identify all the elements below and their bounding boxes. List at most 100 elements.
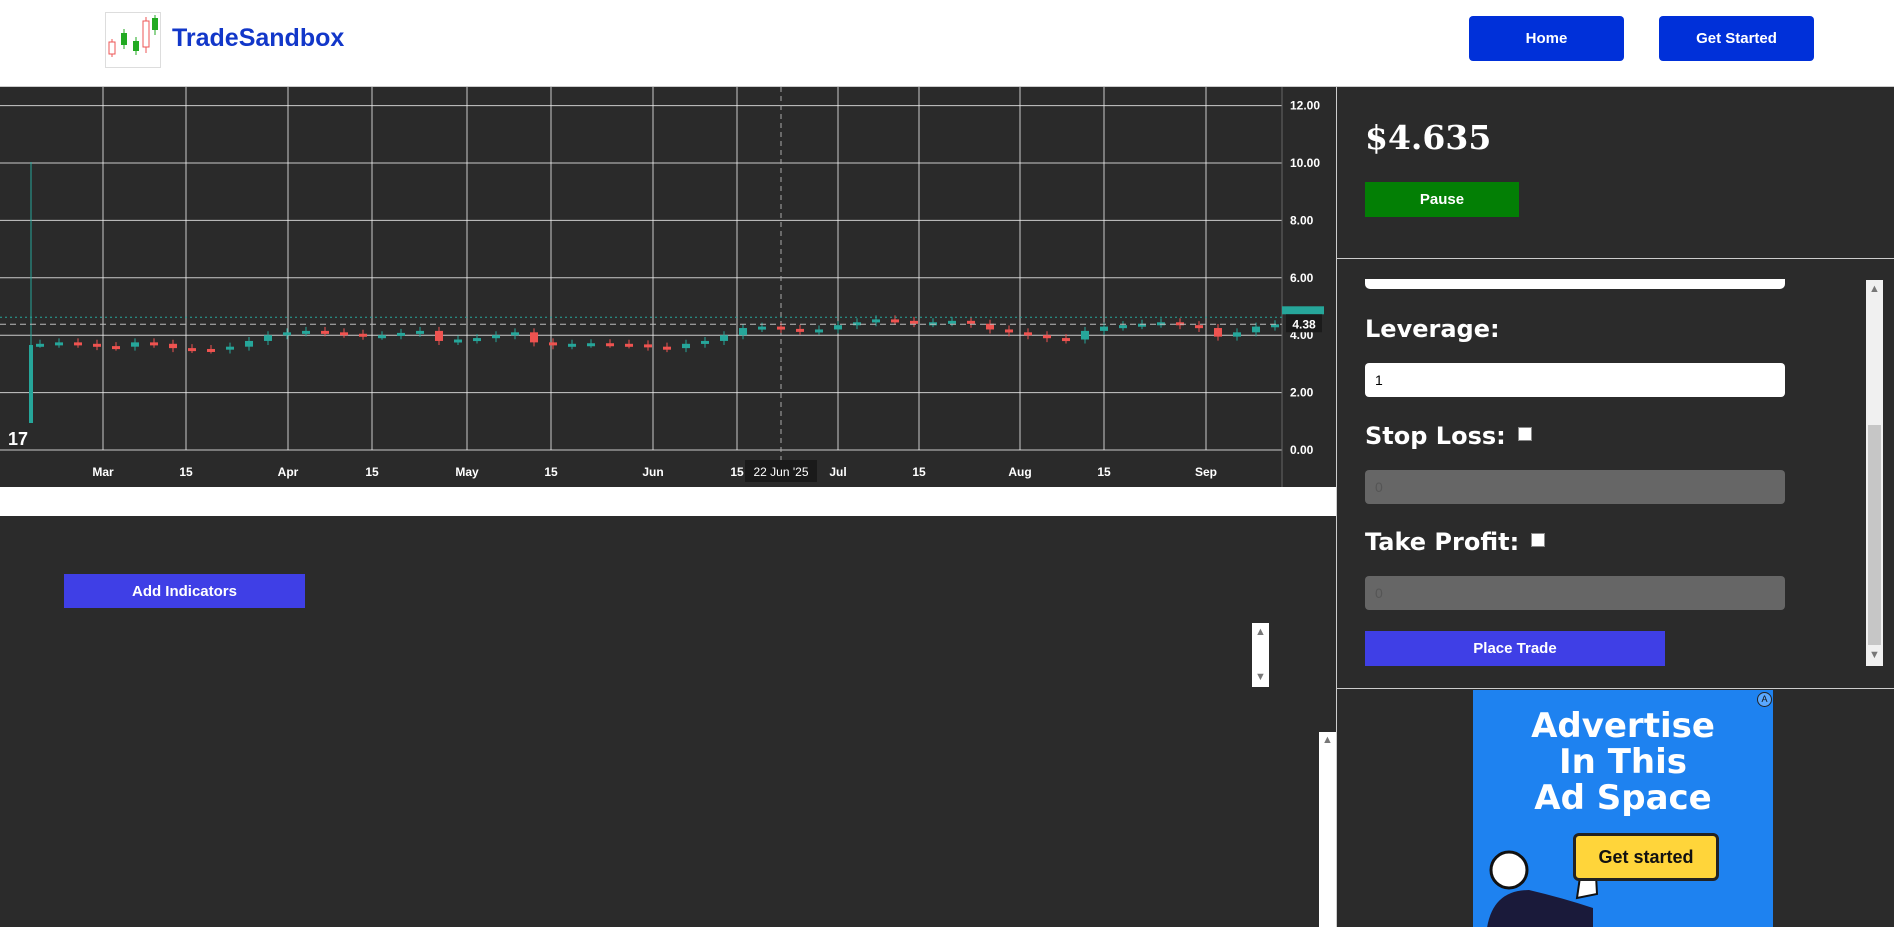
candle-body	[245, 340, 253, 347]
x-tick-label: 15	[365, 465, 379, 479]
candle-body	[1081, 330, 1089, 340]
scroll-up-icon[interactable]: ▲	[1869, 284, 1880, 295]
candle-body	[378, 335, 386, 339]
candle-body	[530, 332, 538, 343]
chart-divider	[0, 487, 1336, 516]
indicators-scrollbar[interactable]: ▲ ▼	[1252, 623, 1269, 687]
candle-body	[796, 328, 804, 332]
candle-body	[321, 330, 329, 334]
candle-body	[169, 343, 177, 349]
candle-body	[416, 330, 424, 334]
candle-body	[93, 343, 101, 347]
take-profit-checkbox[interactable]	[1531, 533, 1546, 547]
scrollbar-thumb[interactable]	[1868, 425, 1881, 645]
candle-body	[1252, 326, 1260, 333]
candle-body	[644, 344, 652, 348]
x-tick-label: Jun	[642, 465, 663, 479]
candle-body	[587, 343, 595, 347]
y-tick-label: 10.00	[1290, 156, 1320, 170]
ad-banner[interactable]: A Advertise In This Ad Space Get started	[1473, 690, 1773, 927]
candle-body	[815, 329, 823, 333]
candle-body	[264, 335, 272, 341]
price-chart[interactable]: 12.00 10.00 8.00 6.00 4.00 2.00 0.00 Mar 15 Apr 15…	[0, 87, 1336, 487]
ad-headline-line: In This	[1559, 742, 1687, 782]
candle-body	[511, 332, 519, 336]
candle-body	[55, 342, 63, 346]
candle-body	[112, 346, 120, 350]
candle-body	[1195, 325, 1203, 329]
brand-name[interactable]: TradeSandbox	[172, 24, 344, 53]
y-tick-label: 0.00	[1290, 443, 1314, 457]
stop-loss-input[interactable]: 0	[1365, 470, 1785, 504]
candle-body	[853, 322, 861, 326]
tradingview-logo-icon: 17	[8, 429, 28, 449]
adchoices-icon[interactable]: A	[1757, 692, 1772, 707]
x-tick-label: Jul	[829, 465, 846, 479]
add-indicators-button[interactable]: Add Indicators	[64, 574, 305, 608]
scroll-down-icon[interactable]: ▼	[1255, 672, 1266, 683]
candle-body	[872, 319, 880, 323]
candle-body	[150, 342, 158, 346]
candle-body	[663, 346, 671, 350]
candle-body	[948, 320, 956, 324]
candle-body	[74, 342, 82, 346]
stop-loss-checkbox[interactable]	[1517, 427, 1532, 441]
candle-body	[29, 345, 33, 423]
candle-body	[435, 330, 443, 341]
chart-canvas[interactable]: 12.0010.008.006.004.002.000.00Mar 15 Apr 15…	[0, 87, 1336, 487]
candle-body	[739, 328, 747, 336]
crosshair-date-label: 22 Jun '25	[753, 465, 808, 479]
scroll-up-icon[interactable]: ▲	[1255, 627, 1266, 638]
page-scrollbar[interactable]: ▲	[1319, 732, 1336, 927]
candle-body	[682, 343, 690, 349]
candle-body	[568, 343, 576, 347]
candle-body	[131, 342, 139, 347]
take-profit-row: Take Profit:	[1365, 528, 1546, 556]
ad-cta-button[interactable]: Get started	[1573, 833, 1719, 881]
candle-body	[758, 326, 766, 330]
home-button[interactable]: Home	[1469, 16, 1624, 61]
candle-body	[625, 343, 633, 347]
ad-headline: Advertise In This Ad Space	[1473, 708, 1773, 816]
candle-body	[910, 320, 918, 324]
stop-loss-label: Stop Loss:	[1365, 422, 1506, 450]
candle-body	[549, 342, 557, 346]
candle-body	[1062, 338, 1070, 342]
take-profit-input[interactable]: 0	[1365, 576, 1785, 610]
scroll-down-icon[interactable]: ▼	[1869, 650, 1880, 661]
site-header: TradeSandbox Home Get Started	[0, 0, 1894, 87]
place-trade-button[interactable]: Place Trade	[1365, 631, 1665, 666]
pause-button[interactable]: Pause	[1365, 182, 1519, 217]
candle-body	[1119, 325, 1127, 329]
candle-body	[967, 320, 975, 324]
logo-icon[interactable]	[105, 12, 161, 68]
candle-body	[473, 338, 481, 342]
candle-body	[1005, 329, 1013, 333]
x-tick-label: Apr	[278, 465, 299, 479]
last-price-label: 4.38	[1292, 317, 1316, 331]
y-tick-label: 12.00	[1290, 99, 1320, 113]
candle-body	[929, 322, 937, 326]
candle-body	[454, 339, 462, 343]
chart-background	[0, 87, 1336, 487]
x-tick-label: Aug	[1008, 465, 1031, 479]
panel-scrollbar[interactable]: ▲ ▼	[1866, 280, 1883, 666]
scroll-up-icon[interactable]: ▲	[1322, 735, 1333, 746]
candle-body	[492, 335, 500, 339]
y-tick-label: 2.00	[1290, 386, 1314, 400]
candle-body	[302, 330, 310, 334]
candle-body	[701, 340, 709, 344]
candle-body	[720, 335, 728, 341]
candle-body	[1100, 326, 1108, 331]
x-tick-label: Sep	[1195, 465, 1217, 479]
order-field-cut[interactable]	[1365, 279, 1785, 289]
leverage-input[interactable]: 1	[1365, 363, 1785, 397]
candle-body	[891, 319, 899, 323]
candle-body	[397, 332, 405, 336]
ad-headline-line: Ad Space	[1534, 778, 1712, 818]
stop-loss-row: Stop Loss:	[1365, 422, 1532, 450]
get-started-button[interactable]: Get Started	[1659, 16, 1814, 61]
y-tick-label: 8.00	[1290, 213, 1314, 227]
candle-body	[777, 326, 785, 330]
candle-body	[359, 333, 367, 337]
